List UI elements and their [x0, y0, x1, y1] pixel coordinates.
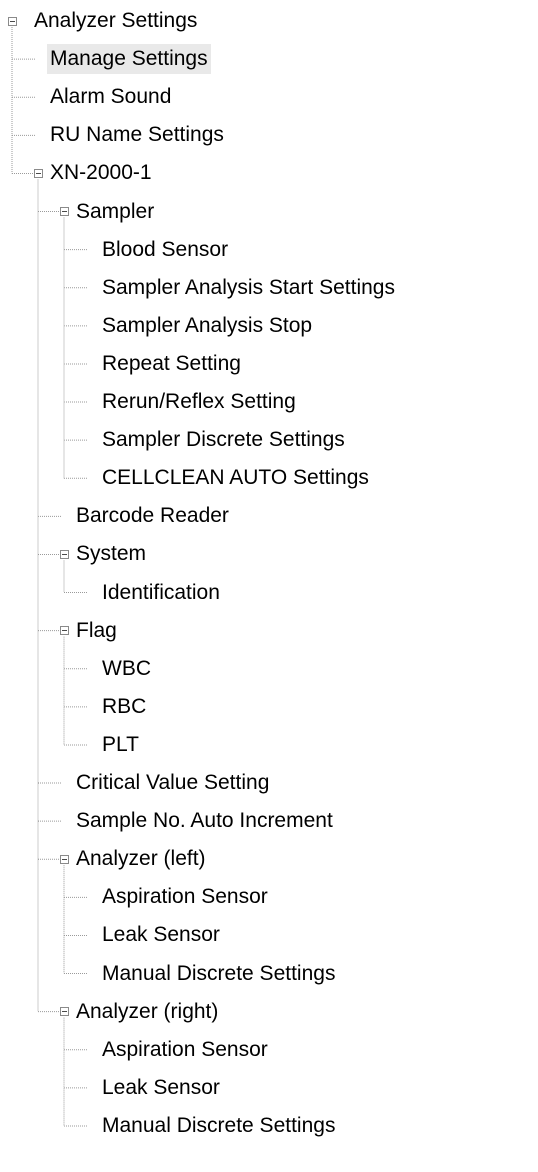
tree-node-label: Rerun/Reflex Setting: [102, 390, 296, 414]
tree-node-rerun-reflex-setting[interactable]: Rerun/Reflex Setting: [99, 385, 299, 419]
tree-node-manual-discrete-settings[interactable]: Manual Discrete Settings: [99, 957, 338, 991]
tree-node-label: Sample No. Auto Increment: [76, 809, 333, 833]
collapse-toggle-icon[interactable]: [59, 1007, 69, 1017]
tree-node-label: Barcode Reader: [76, 504, 229, 528]
tree-node-label: Sampler Analysis Start Settings: [102, 275, 395, 299]
tree-node-manual-discrete-settings[interactable]: Manual Discrete Settings: [99, 1109, 338, 1143]
tree-node-label: Flag: [76, 618, 117, 642]
tree-node-alarm-sound[interactable]: Alarm Sound: [47, 80, 174, 114]
tree-node-identification[interactable]: Identification: [99, 576, 223, 610]
collapse-toggle-icon[interactable]: [59, 626, 69, 636]
tree-node-label: Analyzer (left): [76, 847, 206, 871]
tree-node-aspiration-sensor[interactable]: Aspiration Sensor: [99, 1033, 271, 1067]
tree-node-sampler-analysis-start-settings[interactable]: Sampler Analysis Start Settings: [99, 271, 398, 305]
tree-node-label: Alarm Sound: [50, 85, 172, 109]
tree-node-label: RU Name Settings: [50, 123, 224, 147]
collapse-toggle-icon[interactable]: [33, 168, 43, 178]
tree-node-barcode-reader[interactable]: Barcode Reader: [73, 499, 232, 533]
collapse-toggle-icon[interactable]: [59, 207, 69, 217]
tree-node-label: Critical Value Setting: [76, 771, 270, 795]
tree-node-analyzer-settings[interactable]: Analyzer Settings: [31, 4, 200, 38]
tree-node-flag[interactable]: Flag: [73, 614, 120, 648]
tree-node-label: Manage Settings: [47, 44, 211, 75]
tree-node-blood-sensor[interactable]: Blood Sensor: [99, 233, 231, 267]
tree-node-rbc[interactable]: RBC: [99, 690, 149, 724]
tree-node-analyzer-left[interactable]: Analyzer (left): [73, 842, 209, 876]
tree-node-leak-sensor[interactable]: Leak Sensor: [99, 918, 223, 952]
tree-node-repeat-setting[interactable]: Repeat Setting: [99, 347, 244, 381]
tree-node-manage-settings[interactable]: Manage Settings: [47, 42, 211, 76]
tree-node-label: System: [76, 542, 147, 566]
tree-node-label: Manual Discrete Settings: [102, 1113, 336, 1137]
tree-node-label: Analyzer Settings: [34, 9, 198, 33]
tree-node-label: Repeat Setting: [102, 351, 241, 375]
tree-node-label: Sampler Analysis Stop: [102, 313, 313, 337]
tree-node-label: Leak Sensor: [102, 1075, 220, 1099]
tree-node-label: Manual Discrete Settings: [102, 961, 336, 985]
tree-node-analyzer-right[interactable]: Analyzer (right): [73, 995, 221, 1029]
tree-node-label: CELLCLEAN AUTO Settings: [102, 466, 369, 490]
tree-node-label: XN-2000-1: [50, 161, 152, 185]
settings-tree: Analyzer Settings Manage Settings Alarm So…: [0, 0, 538, 1172]
tree-node-label: PLT: [102, 732, 139, 756]
tree-node-xn-2000-1[interactable]: XN-2000-1: [47, 156, 155, 190]
tree-node-label: Aspiration Sensor: [102, 885, 268, 909]
collapse-toggle-icon[interactable]: [59, 549, 69, 559]
collapse-toggle-icon[interactable]: [59, 854, 69, 864]
tree-node-label: Sampler Discrete Settings: [102, 428, 345, 452]
tree-node-critical-value-setting[interactable]: Critical Value Setting: [73, 766, 272, 800]
tree-node-plt[interactable]: PLT: [99, 728, 142, 762]
tree-node-label: Blood Sensor: [102, 237, 229, 261]
tree-node-label: Leak Sensor: [102, 923, 220, 947]
tree-node-label: WBC: [102, 656, 151, 680]
tree-node-sampler-discrete-settings[interactable]: Sampler Discrete Settings: [99, 423, 348, 457]
tree-node-sampler[interactable]: Sampler: [73, 195, 157, 229]
tree-node-label: RBC: [102, 694, 147, 718]
tree-node-ru-name-settings[interactable]: RU Name Settings: [47, 118, 227, 152]
tree-node-leak-sensor[interactable]: Leak Sensor: [99, 1071, 223, 1105]
tree-node-system[interactable]: System: [73, 537, 149, 571]
tree-node-label: Identification: [102, 580, 220, 604]
tree-node-label: Sampler: [76, 199, 155, 223]
collapse-toggle-icon[interactable]: [7, 16, 17, 26]
tree-node-wbc[interactable]: WBC: [99, 652, 154, 686]
tree-node-label: Analyzer (right): [76, 999, 219, 1023]
tree-node-sampler-analysis-stop[interactable]: Sampler Analysis Stop: [99, 309, 315, 343]
tree-node-label: Aspiration Sensor: [102, 1037, 268, 1061]
tree-node-cellclean-auto-settings[interactable]: CELLCLEAN AUTO Settings: [99, 461, 372, 495]
tree-node-sample-no-auto-increment[interactable]: Sample No. Auto Increment: [73, 804, 336, 838]
tree-node-aspiration-sensor[interactable]: Aspiration Sensor: [99, 880, 271, 914]
